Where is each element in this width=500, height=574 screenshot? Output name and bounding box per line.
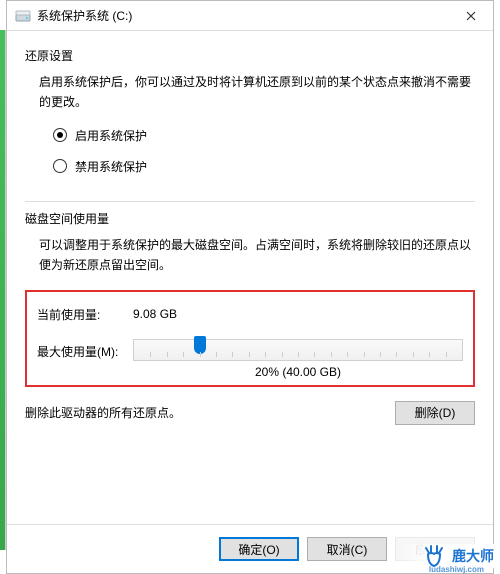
restore-description: 启用系统保护后，你可以通过及时将计算机还原到以前的某个状态点来撤消不需要的更改。 <box>39 72 475 113</box>
current-usage-row: 当前使用量: 9.08 GB <box>37 306 463 323</box>
max-usage-value: 20% (40.00 GB) <box>133 365 463 379</box>
current-usage-value: 9.08 GB <box>133 307 177 321</box>
delete-section: 删除此驱动器的所有还原点。 删除(D) <box>25 401 475 425</box>
window-title: 系统保护系统 (C:) <box>37 7 449 24</box>
watermark: 鹿大师 ludashiwj.com <box>402 544 494 568</box>
slider-tick <box>232 352 233 357</box>
slider-tick <box>167 352 168 357</box>
max-usage-label: 最大使用量(M): <box>37 335 133 360</box>
slider-tick <box>282 352 283 357</box>
divider <box>25 201 475 202</box>
slider-tick <box>183 352 184 357</box>
drive-icon <box>15 8 31 24</box>
watermark-name: 鹿大师 <box>452 546 494 566</box>
delete-description: 删除此驱动器的所有还原点。 <box>25 404 181 421</box>
slider-tick <box>347 352 348 357</box>
slider-tick <box>380 352 381 357</box>
slider-tick <box>429 352 430 357</box>
ok-button[interactable]: 确定(O) <box>219 537 299 561</box>
slider-tick <box>396 352 397 357</box>
dialog-content: 还原设置 启用系统保护后，你可以通过及时将计算机还原到以前的某个状态点来撤消不需… <box>7 31 493 425</box>
disk-section-title: 磁盘空间使用量 <box>25 210 475 227</box>
radio-disable-protection[interactable]: 禁用系统保护 <box>53 158 475 175</box>
delete-button[interactable]: 删除(D) <box>395 401 475 425</box>
disk-description: 可以调整用于系统保护的最大磁盘空间。占满空间时，系统将删除较旧的还原点以便为新还… <box>39 235 475 276</box>
radio-icon <box>53 159 67 173</box>
restore-radio-group: 启用系统保护 禁用系统保护 <box>53 127 475 175</box>
slider-tick <box>200 352 201 357</box>
slider-tick <box>446 352 447 357</box>
close-button[interactable] <box>449 1 493 31</box>
radio-enable-protection[interactable]: 启用系统保护 <box>53 127 475 144</box>
cancel-button[interactable]: 取消(C) <box>307 537 387 561</box>
titlebar: 系统保护系统 (C:) <box>7 1 493 31</box>
usage-highlight-box: 当前使用量: 9.08 GB 最大使用量(M): 20% (40.00 GB) <box>25 290 475 387</box>
slider-tick <box>216 352 217 357</box>
slider-tick <box>265 352 266 357</box>
radio-disable-label: 禁用系统保护 <box>75 158 147 175</box>
watermark-url: ludashiwj.com <box>429 565 484 574</box>
current-usage-label: 当前使用量: <box>37 306 133 323</box>
slider-tick <box>314 352 315 357</box>
slider-tick <box>249 352 250 357</box>
radio-enable-label: 启用系统保护 <box>75 127 147 144</box>
slider-tick <box>331 352 332 357</box>
max-usage-slider[interactable] <box>133 339 463 361</box>
radio-icon <box>53 128 67 142</box>
restore-section-title: 还原设置 <box>25 47 475 64</box>
max-usage-row: 最大使用量(M): 20% (40.00 GB) <box>37 335 463 379</box>
dialog-window: 系统保护系统 (C:) 还原设置 启用系统保护后，你可以通过及时将计算机还原到以… <box>6 0 494 574</box>
slider-tick <box>413 352 414 357</box>
slider-tick <box>150 352 151 357</box>
slider-tick <box>298 352 299 357</box>
slider-tick <box>364 352 365 357</box>
